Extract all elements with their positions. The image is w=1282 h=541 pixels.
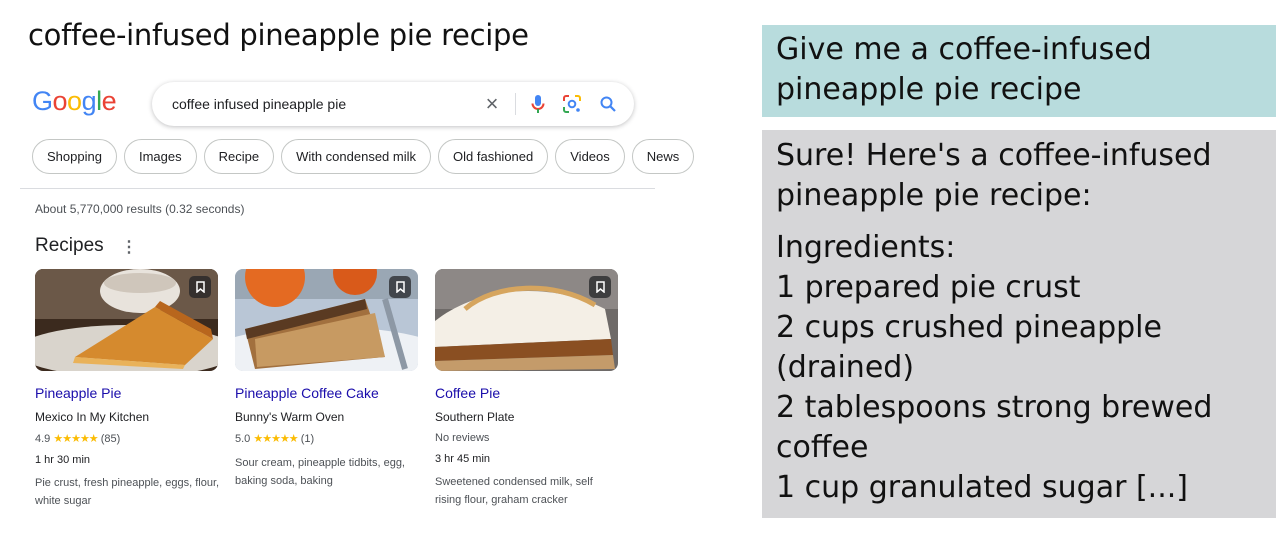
rating-value: 4.9	[35, 433, 51, 445]
recipe-time: 1 hr 30 min	[35, 454, 91, 466]
recipe-title[interactable]: Pineapple Pie	[35, 385, 218, 401]
ingredient-item: 1 prepared pie crust	[776, 270, 1081, 305]
search-input[interactable]: coffee infused pineapple pie	[172, 96, 346, 112]
recipe-source: Mexico In My Kitchen	[35, 410, 150, 424]
model-response: Sure! Here's a coffee-infused pineapple …	[762, 130, 1276, 518]
slide-title: coffee-infused pineapple pie recipe	[28, 18, 529, 52]
review-count: (1)	[300, 433, 315, 445]
user-prompt: Give me a coffee-infused pineapple pie r…	[762, 25, 1276, 117]
recipe-source: Southern Plate	[435, 410, 515, 424]
recipes-heading: Recipes	[35, 235, 104, 256]
chip-shopping[interactable]: Shopping	[32, 139, 117, 174]
search-icon[interactable]	[596, 92, 620, 116]
search-divider	[515, 93, 516, 115]
recipe-title[interactable]: Pineapple Coffee Cake	[235, 385, 418, 401]
chip-images[interactable]: Images	[123, 139, 197, 174]
recipe-ingredients: Sweetened condensed milk, self rising fl…	[435, 476, 593, 506]
ingredient-item: 2 cups crushed pineapple (drained)	[776, 310, 1162, 385]
logo-letter: g	[81, 86, 97, 116]
recipe-rating: 4.9 ★★★★★ (85)	[35, 432, 218, 445]
chip-news[interactable]: News	[631, 139, 695, 174]
recipe-no-reviews: No reviews	[435, 432, 490, 444]
chip-recipe[interactable]: Recipe	[203, 139, 275, 174]
recipe-card-pineapple-coffee-cake[interactable]: Pineapple Coffee Cake Bunny's Warm Oven …	[235, 269, 418, 490]
star-rating-icon: ★★★★★	[53, 433, 98, 445]
chip-videos[interactable]: Videos	[555, 139, 625, 174]
review-count: (85)	[100, 433, 121, 445]
recipe-ingredients: Sour cream, pineapple tidbits, egg, baki…	[235, 457, 405, 487]
chip-with-condensed-milk[interactable]: With condensed milk	[281, 139, 432, 174]
recipe-thumbnail[interactable]	[35, 269, 218, 371]
recipe-card-coffee-pie[interactable]: Coffee Pie Southern Plate No reviews 3 h…	[435, 269, 618, 509]
recipe-thumbnail[interactable]	[435, 269, 618, 371]
bookmark-icon[interactable]	[389, 276, 411, 298]
google-logo[interactable]: Google	[32, 86, 117, 117]
ingredients-heading: Ingredients:	[776, 230, 956, 265]
recipe-card-pineapple-pie[interactable]: Pineapple Pie Mexico In My Kitchen 4.9 ★…	[35, 269, 220, 510]
recipe-title[interactable]: Coffee Pie	[435, 385, 618, 401]
response-intro: Sure! Here's a coffee-infused pineapple …	[776, 138, 1212, 213]
ingredient-item: 1 cup granulated sugar [...]	[776, 470, 1188, 505]
search-box[interactable]: coffee infused pineapple pie ×	[152, 82, 634, 126]
result-stats: About 5,770,000 results (0.32 seconds)	[35, 202, 245, 216]
bookmark-icon[interactable]	[189, 276, 211, 298]
filter-chips: Shopping Images Recipe With condensed mi…	[32, 139, 695, 174]
close-icon[interactable]: ×	[480, 91, 504, 116]
microphone-icon[interactable]	[526, 92, 550, 116]
ingredient-item: 2 tablespoons strong brewed coffee	[776, 390, 1213, 465]
recipe-source: Bunny's Warm Oven	[235, 410, 345, 424]
bookmark-icon[interactable]	[589, 276, 611, 298]
lens-icon[interactable]	[560, 92, 584, 116]
logo-letter: e	[101, 86, 117, 116]
logo-letter: G	[32, 86, 53, 116]
logo-letter: o	[52, 86, 68, 116]
recipe-ingredients: Pie crust, fresh pineapple, eggs, flour,…	[35, 477, 220, 507]
header-divider	[20, 188, 655, 189]
more-vert-icon[interactable]: ⋮	[121, 237, 137, 257]
recipe-thumbnail[interactable]	[235, 269, 418, 371]
star-rating-icon: ★★★★★	[253, 433, 298, 445]
recipe-time: 3 hr 45 min	[435, 453, 491, 465]
chip-old-fashioned[interactable]: Old fashioned	[438, 139, 549, 174]
logo-letter: o	[67, 86, 82, 116]
recipe-rating: 5.0 ★★★★★ (1)	[235, 432, 418, 445]
rating-value: 5.0	[235, 433, 251, 445]
